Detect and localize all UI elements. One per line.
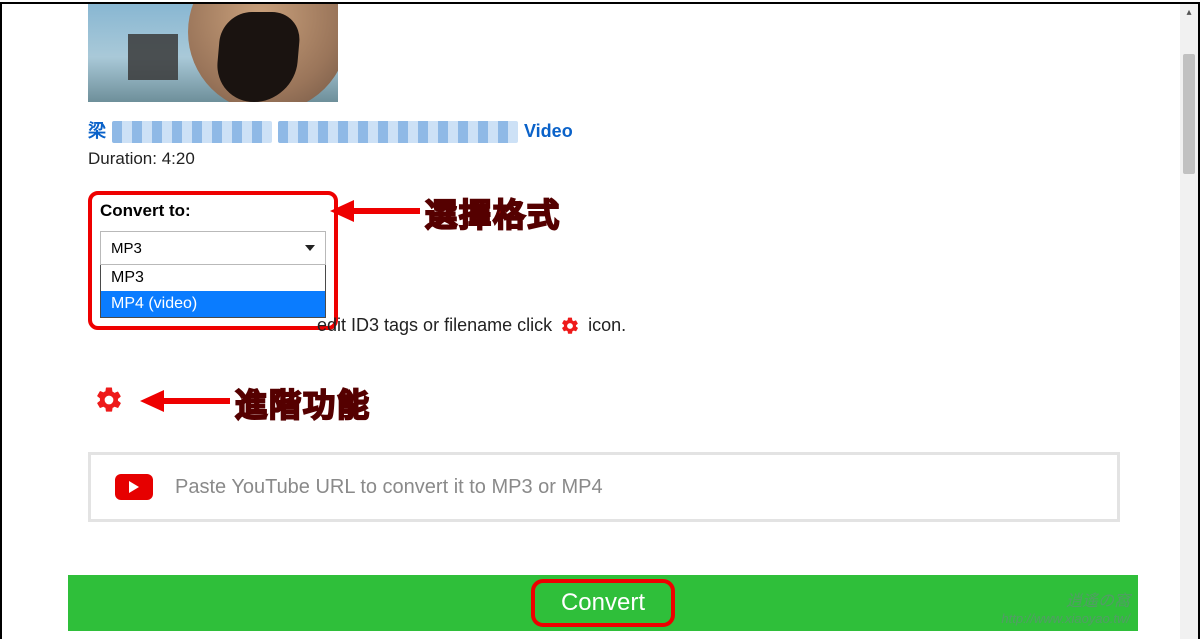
arrow-icon — [330, 196, 420, 226]
title-prefix: 梁 — [88, 120, 106, 143]
scrollbar[interactable]: ▴ — [1180, 4, 1198, 639]
format-options: MP3 MP4 (video) — [100, 265, 326, 318]
gear-icon[interactable] — [94, 385, 124, 420]
youtube-icon — [115, 474, 153, 500]
convert-bar: Convert — [68, 575, 1138, 631]
convert-button[interactable]: Convert — [531, 579, 675, 627]
convert-label: Convert to: — [100, 201, 326, 221]
scroll-thumb[interactable] — [1183, 54, 1195, 174]
scroll-up-icon[interactable]: ▴ — [1180, 4, 1198, 20]
format-selected-value: MP3 — [111, 240, 142, 257]
gear-icon[interactable] — [560, 316, 580, 336]
convert-panel: Convert to: MP3 MP3 MP4 (video) — [88, 191, 338, 330]
format-option-mp4[interactable]: MP4 (video) — [101, 291, 325, 317]
title-censored-2 — [278, 121, 518, 143]
title-suffix: Video — [524, 120, 573, 143]
hint-text: edit ID3 tags or filename click — [317, 315, 552, 336]
format-option-mp3[interactable]: MP3 — [101, 265, 325, 291]
chevron-down-icon — [305, 245, 315, 251]
hint-line: edit ID3 tags or filename click icon. — [317, 315, 626, 336]
url-input-bar[interactable]: Paste YouTube URL to convert it to MP3 o… — [88, 452, 1120, 522]
annotation-advanced: 進階功能 — [235, 380, 371, 426]
format-select[interactable]: MP3 — [100, 231, 326, 265]
arrow-icon — [140, 386, 230, 416]
watermark: 逍遙の窩 http://www.xiaoyao.tw/ — [1001, 592, 1130, 627]
video-title[interactable]: 梁 Video — [88, 120, 1120, 143]
url-input-placeholder: Paste YouTube URL to convert it to MP3 o… — [175, 476, 603, 499]
title-censored-1 — [112, 121, 272, 143]
hint-tail: icon. — [588, 315, 626, 336]
video-duration: Duration: 4:20 — [88, 149, 1120, 169]
video-thumbnail[interactable] — [88, 2, 338, 102]
annotation-format: 選擇格式 — [425, 190, 561, 236]
